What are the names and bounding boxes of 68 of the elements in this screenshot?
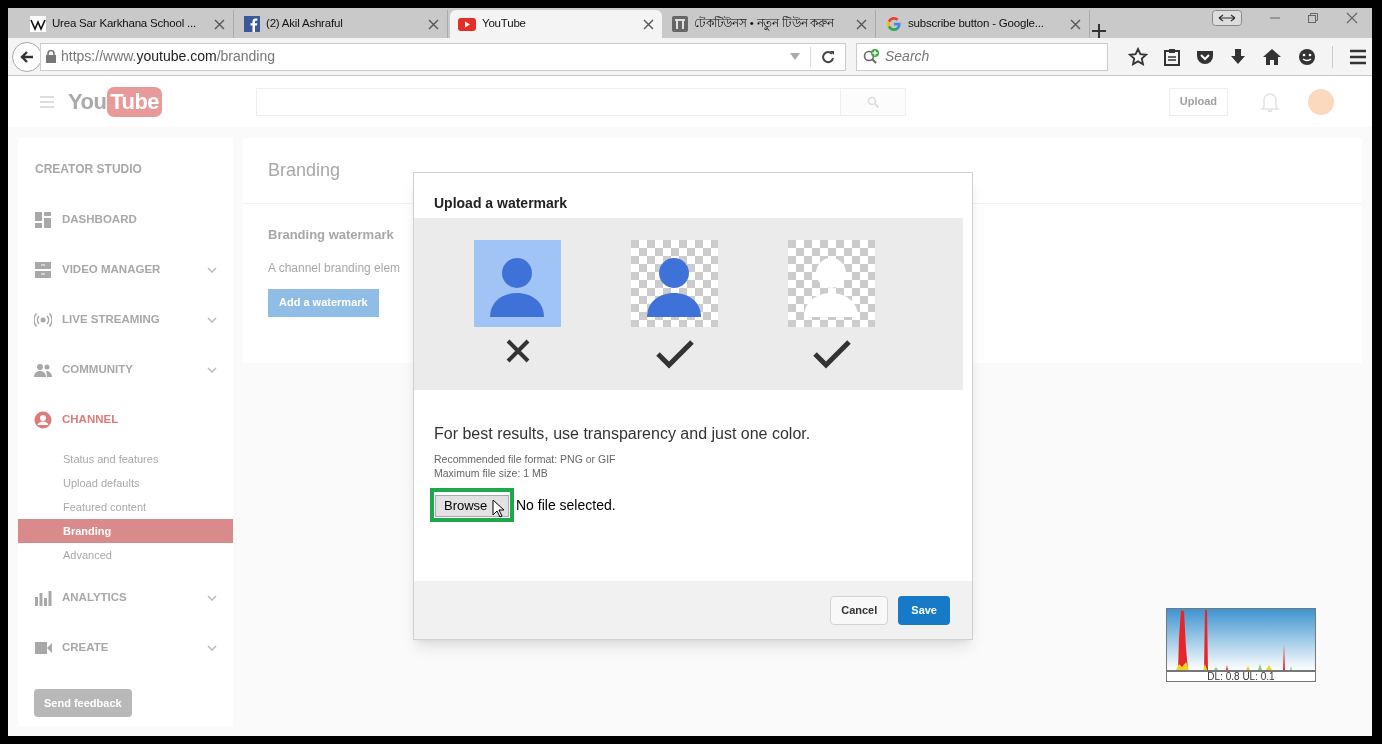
star-icon[interactable] — [1128, 46, 1148, 67]
sidebar-item[interactable]: VIDEO MANAGER — [18, 245, 233, 295]
note-text: Maximum file size: 1 MB — [434, 466, 549, 480]
close-icon[interactable] — [214, 18, 225, 30]
sidebar-item[interactable]: CHANNEL — [18, 395, 233, 445]
search-icon — [867, 95, 879, 108]
cancel-button[interactable]: Cancel — [830, 595, 889, 625]
home-icon[interactable] — [1262, 47, 1282, 66]
sidebar-subitem[interactable]: Branding — [18, 519, 233, 543]
new-tab-icon[interactable] — [1092, 24, 1106, 38]
description-text: A channel branding elem — [267, 259, 402, 277]
play-icon — [458, 17, 476, 31]
search-placeholder: Search — [885, 47, 930, 66]
sidebar-subitem[interactable]: Advanced — [18, 543, 233, 567]
back-button[interactable] — [12, 41, 42, 72]
sidebar-item[interactable]: ANALYTICS — [18, 573, 233, 623]
search-icon — [863, 48, 881, 65]
close-icon[interactable] — [643, 18, 654, 30]
sidebar-subitem[interactable]: Status and features — [18, 447, 233, 471]
section-title: Branding watermark — [267, 226, 395, 244]
clipboard-icon[interactable] — [1164, 47, 1180, 66]
menu-icon[interactable] — [1349, 48, 1367, 65]
w-icon — [30, 16, 46, 32]
resize-icon[interactable] — [1212, 10, 1242, 26]
sidebar-title: CREATOR STUDIO — [34, 161, 143, 178]
search-field[interactable]: Search — [856, 42, 1108, 71]
browser-tab[interactable]: YouTube — [450, 10, 662, 38]
people-icon — [34, 361, 52, 379]
url-text: https://www.youtube.com/branding — [61, 47, 277, 66]
stack-icon — [34, 261, 52, 279]
person-icon — [34, 411, 52, 429]
sidebar-item[interactable]: CREATE — [18, 623, 233, 673]
dashboard-icon — [34, 211, 52, 229]
back-icon — [19, 48, 35, 65]
browse-button[interactable]: Browse — [435, 494, 509, 517]
dialog-heading: For best results, use transparency and just one color. — [433, 424, 812, 444]
sidebar-item[interactable]: DASHBOARD — [18, 195, 233, 245]
sidebar-subitem[interactable]: Featured content — [18, 495, 233, 519]
f-icon — [244, 16, 260, 32]
logo-badge[interactable]: Tube — [107, 86, 162, 117]
download-icon[interactable] — [1230, 47, 1246, 66]
bar-chart-icon — [34, 589, 52, 607]
feedback-button[interactable]: Send feedback — [34, 689, 132, 717]
add-watermark-button[interactable]: Add a watermark — [268, 288, 379, 317]
logo-text[interactable]: You — [68, 85, 107, 118]
lock-icon — [45, 50, 57, 63]
g-icon — [886, 16, 902, 32]
file-status: No file selected. — [516, 495, 616, 515]
tile-icon — [672, 16, 688, 32]
smiley-icon[interactable] — [1298, 47, 1316, 66]
address-field[interactable]: https://www.youtube.com/branding — [40, 42, 846, 71]
reload-icon[interactable] — [821, 49, 835, 64]
close-icon[interactable] — [1070, 18, 1081, 30]
cursor-icon — [492, 499, 505, 518]
close-icon[interactable] — [856, 18, 867, 30]
upload-button[interactable]: Upload — [1168, 87, 1228, 116]
camera-icon — [34, 639, 52, 657]
close-icon[interactable] — [1346, 12, 1358, 24]
sidebar-subitem[interactable]: Upload defaults — [18, 471, 233, 495]
save-button[interactable]: Save — [898, 595, 950, 625]
sidebar-item[interactable]: COMMUNITY — [18, 345, 233, 395]
sidebar-item[interactable]: LIVE STREAMING — [18, 295, 233, 345]
note-text: Recommended file format: PNG or GIF — [434, 452, 617, 466]
network-reading: DL: 0.8 UL: 0.1 — [1166, 671, 1316, 682]
pocket-icon[interactable] — [1196, 48, 1214, 65]
restore-icon[interactable] — [1308, 13, 1318, 23]
broadcast-icon — [34, 311, 52, 329]
close-icon[interactable] — [428, 18, 439, 30]
